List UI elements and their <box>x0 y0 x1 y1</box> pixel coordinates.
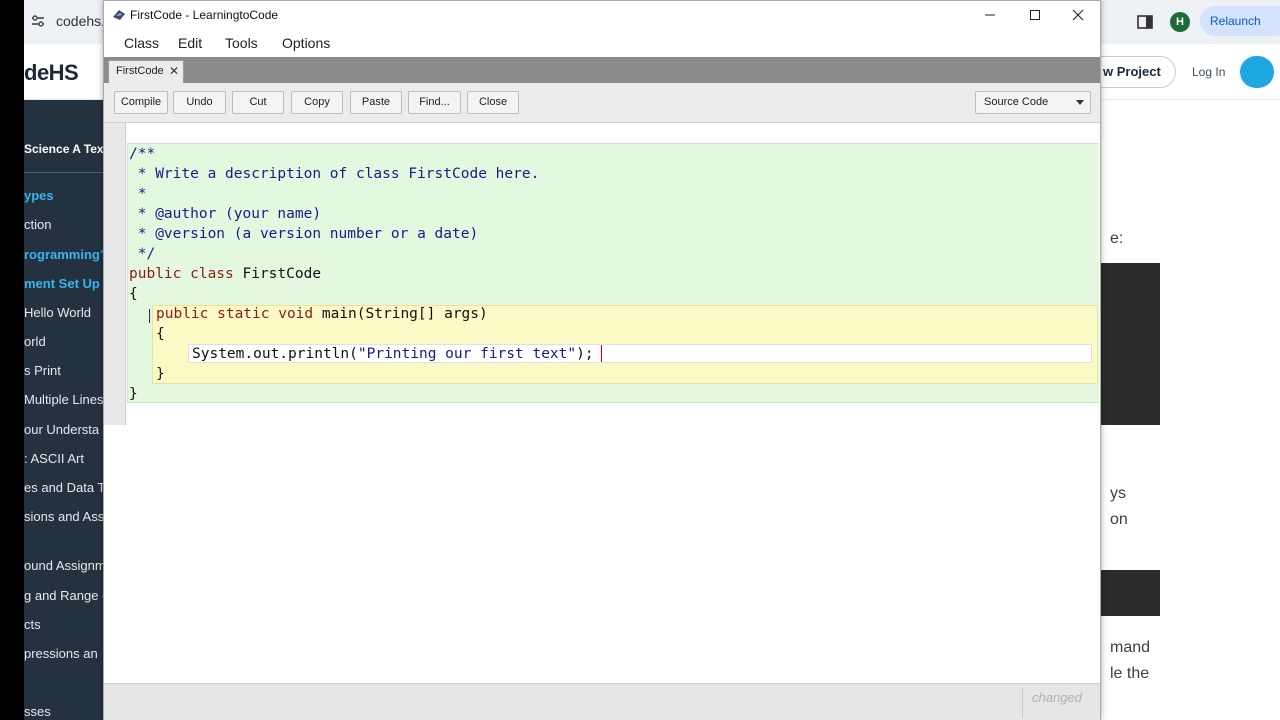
menu-edit[interactable]: Edit <box>178 35 202 51</box>
code-line: public class FirstCode <box>129 265 321 283</box>
find-button[interactable]: Find... <box>408 91 461 114</box>
chevron-down-icon <box>1076 100 1084 105</box>
cut-button[interactable]: Cut <box>232 91 284 114</box>
editor-toolbar: Compile Undo Cut Copy Paste Find... Clos… <box>104 83 1100 123</box>
sidebar-divider <box>24 172 104 173</box>
maximize-button[interactable] <box>1013 1 1057 29</box>
sidebar-item[interactable]: Hello World <box>24 305 91 320</box>
copy-button[interactable]: Copy <box>291 91 343 114</box>
course-title[interactable]: Science A Text <box>24 142 104 156</box>
screen: codehs.c H Relaunch deHS w Project Log I… <box>24 0 1280 720</box>
menu-options[interactable]: Options <box>282 35 330 51</box>
lesson-text: on <box>1110 511 1128 528</box>
course-sidebar: Science A Text ypes ction rogramming? ment … <box>24 100 104 720</box>
code-line: System.out.println("Printing our first t… <box>192 345 594 363</box>
sidebar-item[interactable]: our Understa <box>24 422 99 437</box>
tab-close-icon[interactable]: ✕ <box>169 64 179 78</box>
sidebar-item[interactable]: sions and Ass <box>24 509 104 524</box>
line-gutter <box>104 123 126 425</box>
close-button[interactable]: Close <box>467 91 519 114</box>
undo-button[interactable]: Undo <box>173 91 226 114</box>
status-divider <box>1022 688 1023 718</box>
lesson-text: le the <box>1110 665 1150 682</box>
sidebar-item[interactable]: s Print <box>24 363 61 378</box>
sidebar-item[interactable]: rogramming? <box>24 247 104 262</box>
identifier: System.out.println( <box>192 346 358 362</box>
relaunch-button[interactable]: Relaunch <box>1200 6 1280 36</box>
code-line: * @author (your name) <box>129 206 322 222</box>
profile-avatar[interactable]: H <box>1170 12 1190 32</box>
codehs-logo[interactable]: deHS <box>24 60 79 86</box>
view-mode-value: Source Code <box>984 96 1049 108</box>
sidebar-item[interactable]: : ASCII Art <box>24 451 84 466</box>
code-example-block <box>1100 263 1160 425</box>
status-bar: changed <box>104 683 1100 720</box>
sidebar-item[interactable]: orld <box>24 334 46 349</box>
sidebar-item[interactable]: es and Data T <box>24 480 104 495</box>
bluej-editor-window: FirstCode - LearningtoCode Class Edit To… <box>103 0 1101 720</box>
change-status: changed <box>1032 690 1082 705</box>
lesson-panel: e: ys on mand le the <box>1100 100 1280 720</box>
tab-firstcode[interactable]: FirstCode ✕ <box>108 60 184 83</box>
sidebar-item[interactable]: Multiple Lines <box>24 392 104 407</box>
bluej-app-icon <box>113 10 125 20</box>
site-settings-icon[interactable] <box>30 13 46 29</box>
identifier: main(String[] args) <box>313 306 488 322</box>
code-line: * @version (a version number or a date) <box>129 226 479 242</box>
code-line: * <box>129 186 147 202</box>
code-line: public static void main(String[] args) <box>156 305 488 323</box>
compile-button[interactable]: Compile <box>114 91 168 114</box>
lesson-text: mand <box>1110 639 1151 656</box>
identifier: ); <box>576 346 594 362</box>
minimize-button[interactable] <box>968 1 1012 29</box>
window-titlebar[interactable]: FirstCode - LearningtoCode <box>104 1 1100 29</box>
code-example-block <box>1100 570 1160 616</box>
code-line: } <box>156 366 165 382</box>
menu-class[interactable]: Class <box>124 35 159 51</box>
menu-tools[interactable]: Tools <box>225 35 258 51</box>
text-caret <box>601 345 602 362</box>
close-window-button[interactable] <box>1056 1 1100 29</box>
code-line: * Write a description of class FirstCode… <box>129 166 540 182</box>
window-title: FirstCode - LearningtoCode <box>130 8 279 22</box>
sidebar-item[interactable]: cts <box>24 617 41 632</box>
login-link[interactable]: Log In <box>1192 65 1225 79</box>
identifier: FirstCode <box>233 266 322 282</box>
lesson-text: ys <box>1110 485 1126 502</box>
sidebar-item[interactable]: ction <box>24 217 51 232</box>
sidebar-item[interactable]: ment Set Up <box>24 276 100 291</box>
sidebar-item[interactable]: sses <box>24 704 51 719</box>
string-literal: "Printing our first text" <box>357 346 577 362</box>
ibeam-cursor-icon <box>149 309 155 323</box>
menu-bar: Class Edit Tools Options <box>104 29 1100 57</box>
keyword: public static void <box>156 306 314 322</box>
sidebar-item[interactable]: ypes <box>24 188 54 203</box>
sidebar-item[interactable]: g and Range c <box>24 588 104 603</box>
sidebar-item[interactable]: pressions an <box>24 646 98 661</box>
code-editor[interactable]: /** * Write a description of class First… <box>104 123 1100 683</box>
code-line: } <box>129 386 138 402</box>
signup-button[interactable] <box>1240 56 1274 88</box>
code-line: /** <box>129 146 156 162</box>
tab-label: FirstCode <box>116 65 164 77</box>
keyword: public class <box>129 266 234 282</box>
lesson-text: e: <box>1110 230 1124 247</box>
code-line: { <box>129 286 138 302</box>
side-panel-icon[interactable] <box>1136 8 1154 36</box>
paste-button[interactable]: Paste <box>350 91 402 114</box>
editor-tab-strip: FirstCode ✕ <box>104 57 1100 83</box>
sidebar-item[interactable]: ound Assignm <box>24 558 104 573</box>
view-mode-select[interactable]: Source Code <box>975 91 1091 114</box>
code-line: { <box>156 326 165 342</box>
code-line: */ <box>129 246 156 262</box>
